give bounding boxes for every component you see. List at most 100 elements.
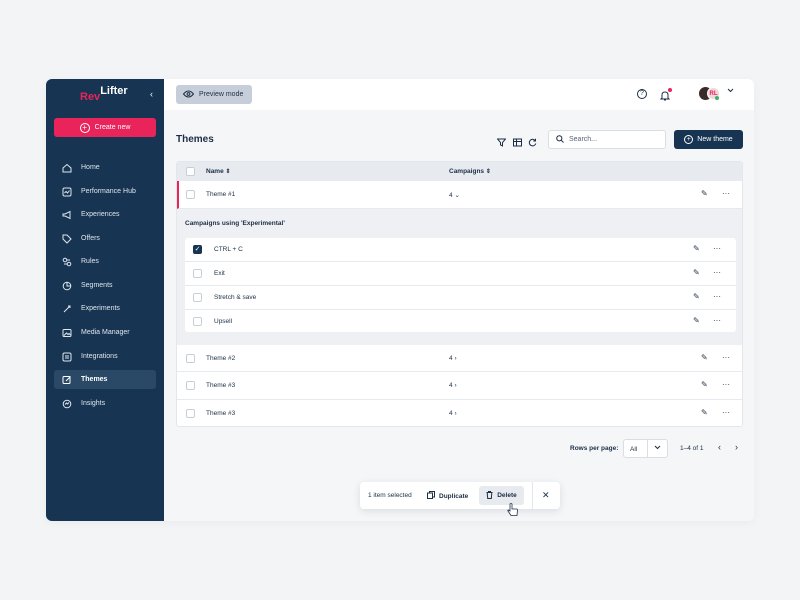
campaign-name: Upsell <box>214 318 233 325</box>
online-status-dot <box>715 96 719 100</box>
campaign-row[interactable]: ✓ CTRL + C ✎ ··· <box>185 238 736 262</box>
page-title: Themes <box>176 134 214 145</box>
search-input[interactable]: Search... <box>548 130 666 149</box>
sidebar-item-label: Rules <box>81 258 99 265</box>
more-icon[interactable]: ··· <box>722 189 730 198</box>
logo-lifter: Lifter <box>100 85 128 97</box>
edit-icon[interactable]: ✎ <box>701 189 708 198</box>
sort-icon: ⇕ <box>485 169 491 175</box>
edit-icon[interactable]: ✎ <box>701 353 708 362</box>
edit-icon[interactable]: ✎ <box>693 316 700 325</box>
preview-mode-label: Preview mode <box>199 91 244 98</box>
chart-icon <box>62 187 72 197</box>
more-icon[interactable]: ··· <box>713 244 721 253</box>
campaign-row[interactable]: Exit ✎ ··· <box>185 262 736 286</box>
new-theme-label: New theme <box>697 136 733 143</box>
expanded-campaigns-panel: Campaigns using 'Experimental' ✓ CTRL + … <box>177 209 742 345</box>
create-new-button[interactable]: + Create new <box>54 118 156 137</box>
edit-icon[interactable]: ✎ <box>693 268 700 277</box>
plus-icon: + <box>684 135 694 144</box>
theme-name: Theme #3 <box>206 382 236 389</box>
more-icon[interactable]: ··· <box>713 316 721 325</box>
table-row[interactable]: Theme #1 4 ⌄ ✎ ··· <box>177 181 742 209</box>
columns-icon[interactable] <box>513 134 522 152</box>
campaign-checkbox[interactable] <box>193 293 202 302</box>
select-divider <box>647 440 648 457</box>
row-checkbox[interactable] <box>186 381 195 390</box>
chevron-down-icon: ⌄ <box>454 192 460 199</box>
campaigns-count[interactable]: 4 ⌄ <box>449 191 460 199</box>
sort-icon: ⇕ <box>225 169 231 175</box>
edit-icon[interactable]: ✎ <box>701 408 708 417</box>
campaign-row[interactable]: Upsell ✎ ··· <box>185 310 736 334</box>
table-row[interactable]: Theme #2 4 › ✎ ··· <box>177 345 742 372</box>
theme-name: Theme #1 <box>206 191 236 198</box>
select-all-checkbox[interactable] <box>186 167 195 176</box>
rows-per-page-select[interactable]: All <box>623 439 668 458</box>
column-campaigns-header[interactable]: Campaigns ⇕ <box>449 168 491 175</box>
collapse-sidebar-button[interactable]: ‹ <box>150 89 153 99</box>
duplicate-button[interactable]: Duplicate <box>427 491 468 501</box>
table-header: Name ⇕ Campaigns ⇕ <box>177 162 742 181</box>
row-checkbox[interactable] <box>186 190 195 199</box>
chevron-right-icon[interactable]: › <box>735 442 738 452</box>
campaign-checkbox[interactable] <box>193 317 202 326</box>
notification-dot <box>668 88 672 92</box>
refresh-icon[interactable] <box>528 134 537 152</box>
chevron-left-icon[interactable]: ‹ <box>718 442 721 452</box>
brand-logo[interactable]: RevLifter <box>80 85 128 103</box>
edit-icon[interactable]: ✎ <box>701 380 708 389</box>
sidebar-item-experiences[interactable]: Experiences <box>54 205 156 224</box>
chevron-right-icon: › <box>454 355 457 362</box>
sidebar-item-segments[interactable]: Segments <box>54 276 156 295</box>
help-icon[interactable]: ? <box>637 89 647 99</box>
themes-table: Name ⇕ Campaigns ⇕ Theme #1 4 ⌄ ✎ ··· Ca… <box>176 161 743 427</box>
row-checkbox[interactable] <box>186 354 195 363</box>
close-icon[interactable]: ✕ <box>542 490 550 501</box>
sidebar-item-media-manager[interactable]: Media Manager <box>54 323 156 342</box>
table-row[interactable]: Theme #3 4 › ✎ ··· <box>177 400 742 426</box>
theme-name: Theme #2 <box>206 355 236 362</box>
home-icon <box>62 163 72 173</box>
campaigns-count[interactable]: 4 › <box>449 410 457 417</box>
edit-icon[interactable]: ✎ <box>693 292 700 301</box>
sidebar-item-label: Home <box>81 164 100 171</box>
more-icon[interactable]: ··· <box>722 353 730 362</box>
sidebar-item-experiments[interactable]: Experiments <box>54 299 156 318</box>
campaigns-subtable: ✓ CTRL + C ✎ ··· Exit ✎ ··· Stretch & sa… <box>185 238 736 332</box>
campaign-row[interactable]: Stretch & save ✎ ··· <box>185 286 736 310</box>
sidebar-item-themes[interactable]: Themes <box>54 370 156 389</box>
preview-mode-button[interactable]: Preview mode <box>176 85 252 104</box>
flask-icon <box>62 304 72 314</box>
campaigns-count[interactable]: 4 › <box>449 382 457 389</box>
chevron-right-icon: › <box>454 382 457 389</box>
topbar: Preview mode ? RL <box>164 79 754 110</box>
sidebar-item-home[interactable]: Home <box>54 158 156 177</box>
sidebar-item-offers[interactable]: Offers <box>54 229 156 248</box>
table-row[interactable]: Theme #3 4 › ✎ ··· <box>177 372 742 400</box>
campaigns-count[interactable]: 4 › <box>449 355 457 362</box>
segments-icon <box>62 281 72 291</box>
logo-rev: Rev <box>80 91 101 103</box>
campaign-checkbox[interactable] <box>193 269 202 278</box>
sidebar-item-performance-hub[interactable]: Performance Hub <box>54 182 156 201</box>
row-checkbox[interactable] <box>186 409 195 418</box>
sidebar-item-rules[interactable]: Rules <box>54 252 156 271</box>
sidebar-item-insights[interactable]: Insights <box>54 394 156 413</box>
more-icon[interactable]: ··· <box>722 408 730 417</box>
campaign-checkbox[interactable]: ✓ <box>193 245 202 254</box>
bulk-action-bar: 1 item selected Duplicate Delete ✕ <box>360 482 560 516</box>
chevron-down-icon[interactable] <box>727 88 734 95</box>
sidebar-item-integrations[interactable]: Integrations <box>54 347 156 366</box>
edit-icon[interactable]: ✎ <box>693 244 700 253</box>
more-icon[interactable]: ··· <box>713 292 721 301</box>
expanded-title: Campaigns using 'Experimental' <box>185 220 285 227</box>
sidebar: RevLifter ‹ + Create new Home Performanc… <box>46 79 164 521</box>
search-placeholder: Search... <box>569 136 598 143</box>
column-name-header[interactable]: Name ⇕ <box>206 168 231 175</box>
filter-icon[interactable] <box>496 134 507 152</box>
more-icon[interactable]: ··· <box>722 380 730 389</box>
new-theme-button[interactable]: + New theme <box>674 130 743 149</box>
more-icon[interactable]: ··· <box>713 268 721 277</box>
campaign-name: CTRL + C <box>214 246 243 253</box>
